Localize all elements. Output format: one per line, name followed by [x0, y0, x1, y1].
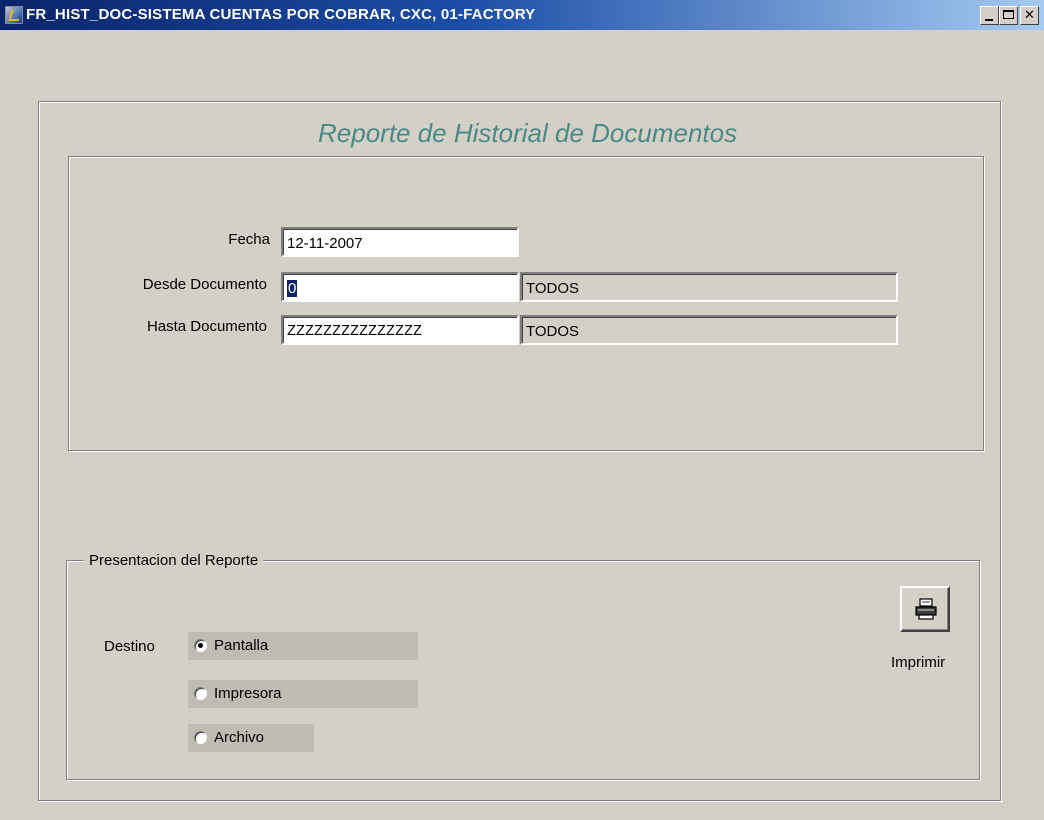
hasta-documento-description: TODOS — [520, 315, 898, 345]
print-label: Imprimir — [891, 654, 946, 671]
radio-pantalla-label: Pantalla — [214, 637, 269, 654]
desde-documento-value: 0 — [287, 280, 298, 297]
radio-archivo[interactable]: Archivo — [188, 724, 314, 752]
desde-documento-label: Desde Documento — [142, 276, 267, 293]
radio-impresora[interactable]: Impresora — [188, 680, 418, 708]
fecha-label: Fecha — [228, 231, 270, 248]
print-button[interactable] — [900, 586, 950, 632]
parameters-panel — [68, 156, 984, 451]
window-title: FR_HIST_DOC-SISTEMA CUENTAS POR COBRAR, … — [26, 6, 536, 23]
radio-pantalla[interactable]: Pantalla — [188, 632, 418, 660]
app-icon[interactable] — [5, 6, 23, 24]
radio-selected-icon[interactable] — [194, 639, 207, 652]
fecha-field[interactable]: 12-11-2007 — [281, 227, 519, 257]
hasta-documento-label: Hasta Documento — [146, 318, 267, 335]
minimize-icon — [985, 19, 993, 21]
maximize-icon — [1003, 10, 1014, 19]
title-bar[interactable]: FR_HIST_DOC-SISTEMA CUENTAS POR COBRAR, … — [0, 0, 1044, 30]
minimize-button[interactable] — [980, 6, 999, 25]
close-button[interactable]: ✕ — [1020, 6, 1039, 25]
radio-archivo-label: Archivo — [214, 729, 265, 746]
desde-documento-field[interactable]: 0 — [281, 272, 519, 302]
report-title: Reporte de Historial de Documentos — [318, 118, 738, 148]
presentation-group-label: Presentacion del Reporte — [84, 552, 264, 569]
destino-label: Destino — [104, 638, 155, 655]
close-icon: ✕ — [1024, 8, 1035, 23]
radio-impresora-label: Impresora — [214, 685, 282, 702]
desde-documento-description: TODOS — [520, 272, 898, 302]
maximize-button[interactable] — [999, 6, 1018, 25]
printer-icon — [915, 598, 937, 620]
radio-unselected-icon[interactable] — [194, 731, 207, 744]
report-window: FR_HIST_DOC-SISTEMA CUENTAS POR COBRAR, … — [0, 0, 1044, 820]
hasta-documento-field[interactable]: ZZZZZZZZZZZZZZZ — [281, 315, 519, 345]
radio-unselected-icon[interactable] — [194, 687, 207, 700]
